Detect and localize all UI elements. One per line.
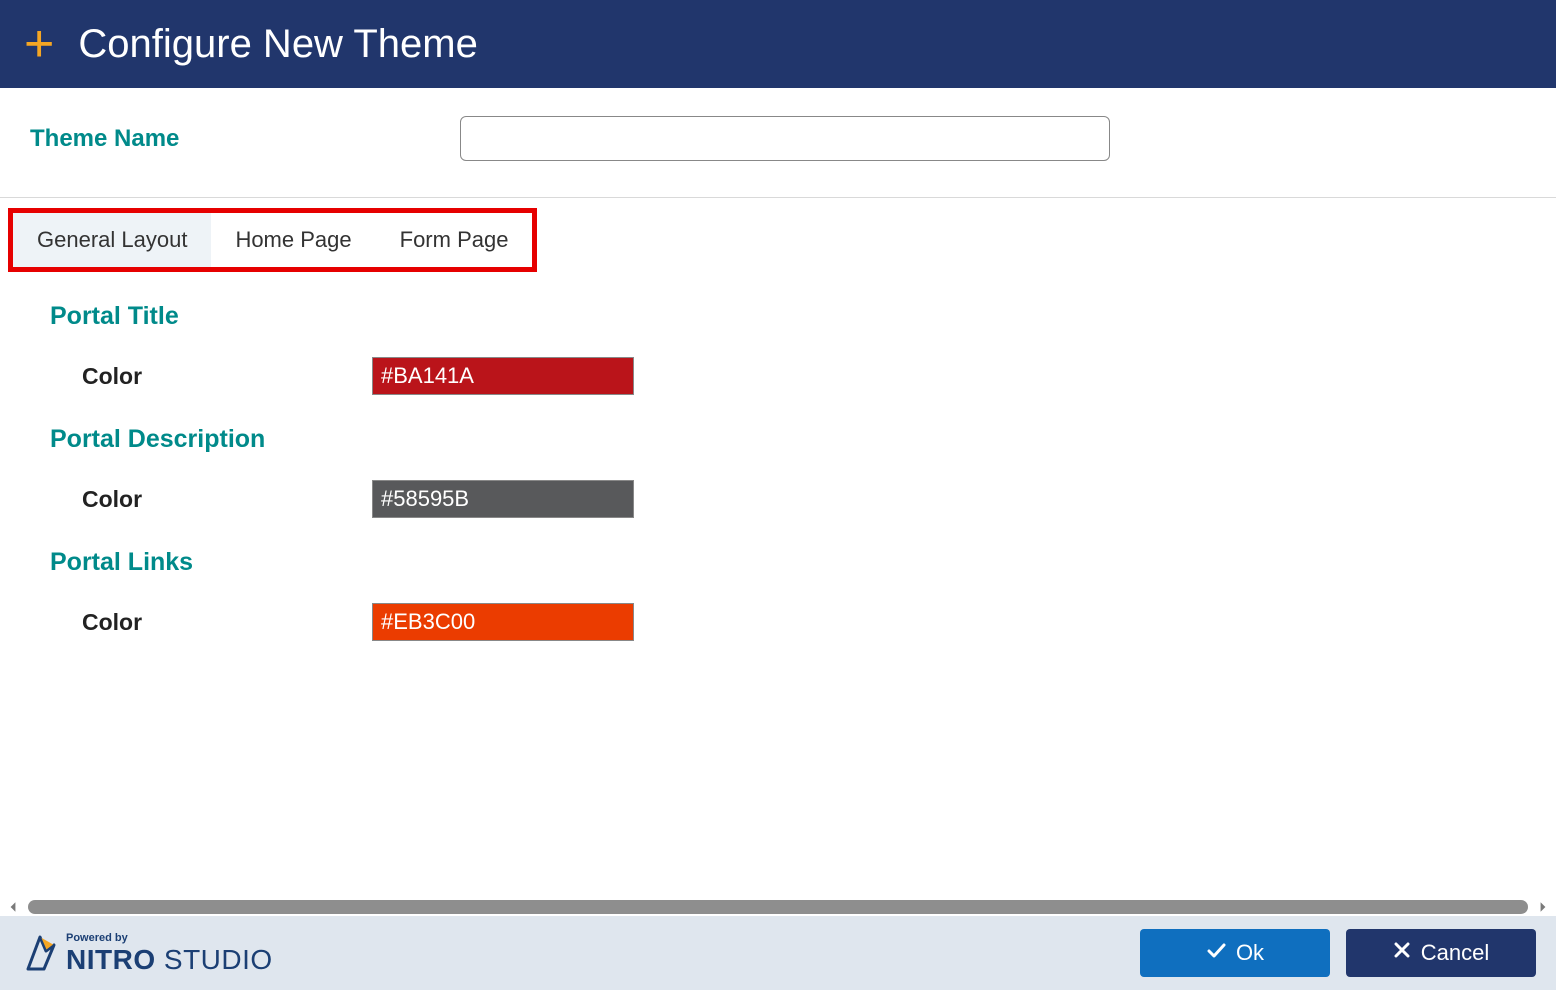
section-title-portal-title: Portal Title xyxy=(50,302,1516,331)
footer-bar: Powered by NITRO STUDIO Ok Cancel xyxy=(0,916,1556,990)
scroll-left-icon[interactable] xyxy=(4,898,22,916)
ok-button[interactable]: Ok xyxy=(1140,929,1330,977)
content-area: Portal Title Color #BA141A Portal Descri… xyxy=(0,272,1556,898)
color-input-portal-title[interactable]: #BA141A xyxy=(372,357,634,395)
plus-icon: + xyxy=(24,18,54,70)
field-row-portal-links-color: Color #EB3C00 xyxy=(82,603,1516,641)
field-label-color: Color xyxy=(82,486,372,513)
check-icon xyxy=(1206,940,1226,966)
section-title-portal-description: Portal Description xyxy=(50,425,1516,454)
tab-home-page[interactable]: Home Page xyxy=(211,213,375,267)
nitro-logo-icon xyxy=(20,933,60,973)
theme-name-label: Theme Name xyxy=(30,125,460,153)
tabs-container: General Layout Home Page Form Page xyxy=(0,198,1556,272)
close-icon xyxy=(1393,941,1411,965)
brand-powered-by: Powered by xyxy=(66,933,273,944)
field-row-portal-title-color: Color #BA141A xyxy=(82,357,1516,395)
brand-block: Powered by NITRO STUDIO xyxy=(20,933,273,974)
color-input-portal-links[interactable]: #EB3C00 xyxy=(372,603,634,641)
footer-buttons: Ok Cancel xyxy=(1140,929,1536,977)
field-row-portal-description-color: Color #58595B xyxy=(82,480,1516,518)
scroll-right-icon[interactable] xyxy=(1534,898,1552,916)
cancel-button[interactable]: Cancel xyxy=(1346,929,1536,977)
theme-name-row: Theme Name xyxy=(0,88,1556,198)
tab-general-layout[interactable]: General Layout xyxy=(13,213,211,267)
field-label-color: Color xyxy=(82,609,372,636)
cancel-button-label: Cancel xyxy=(1421,940,1489,966)
brand-name: NITRO STUDIO xyxy=(66,946,273,974)
theme-name-input[interactable] xyxy=(460,116,1110,161)
tab-form-page[interactable]: Form Page xyxy=(376,213,533,267)
color-input-portal-description[interactable]: #58595B xyxy=(372,480,634,518)
header-bar: + Configure New Theme xyxy=(0,0,1556,88)
page-title: Configure New Theme xyxy=(78,22,477,67)
section-title-portal-links: Portal Links xyxy=(50,548,1516,577)
tabs-highlight-box: General Layout Home Page Form Page xyxy=(8,208,537,272)
scroll-thumb[interactable] xyxy=(28,900,1528,914)
horizontal-scrollbar[interactable] xyxy=(0,898,1556,916)
ok-button-label: Ok xyxy=(1236,940,1264,966)
field-label-color: Color xyxy=(82,363,372,390)
